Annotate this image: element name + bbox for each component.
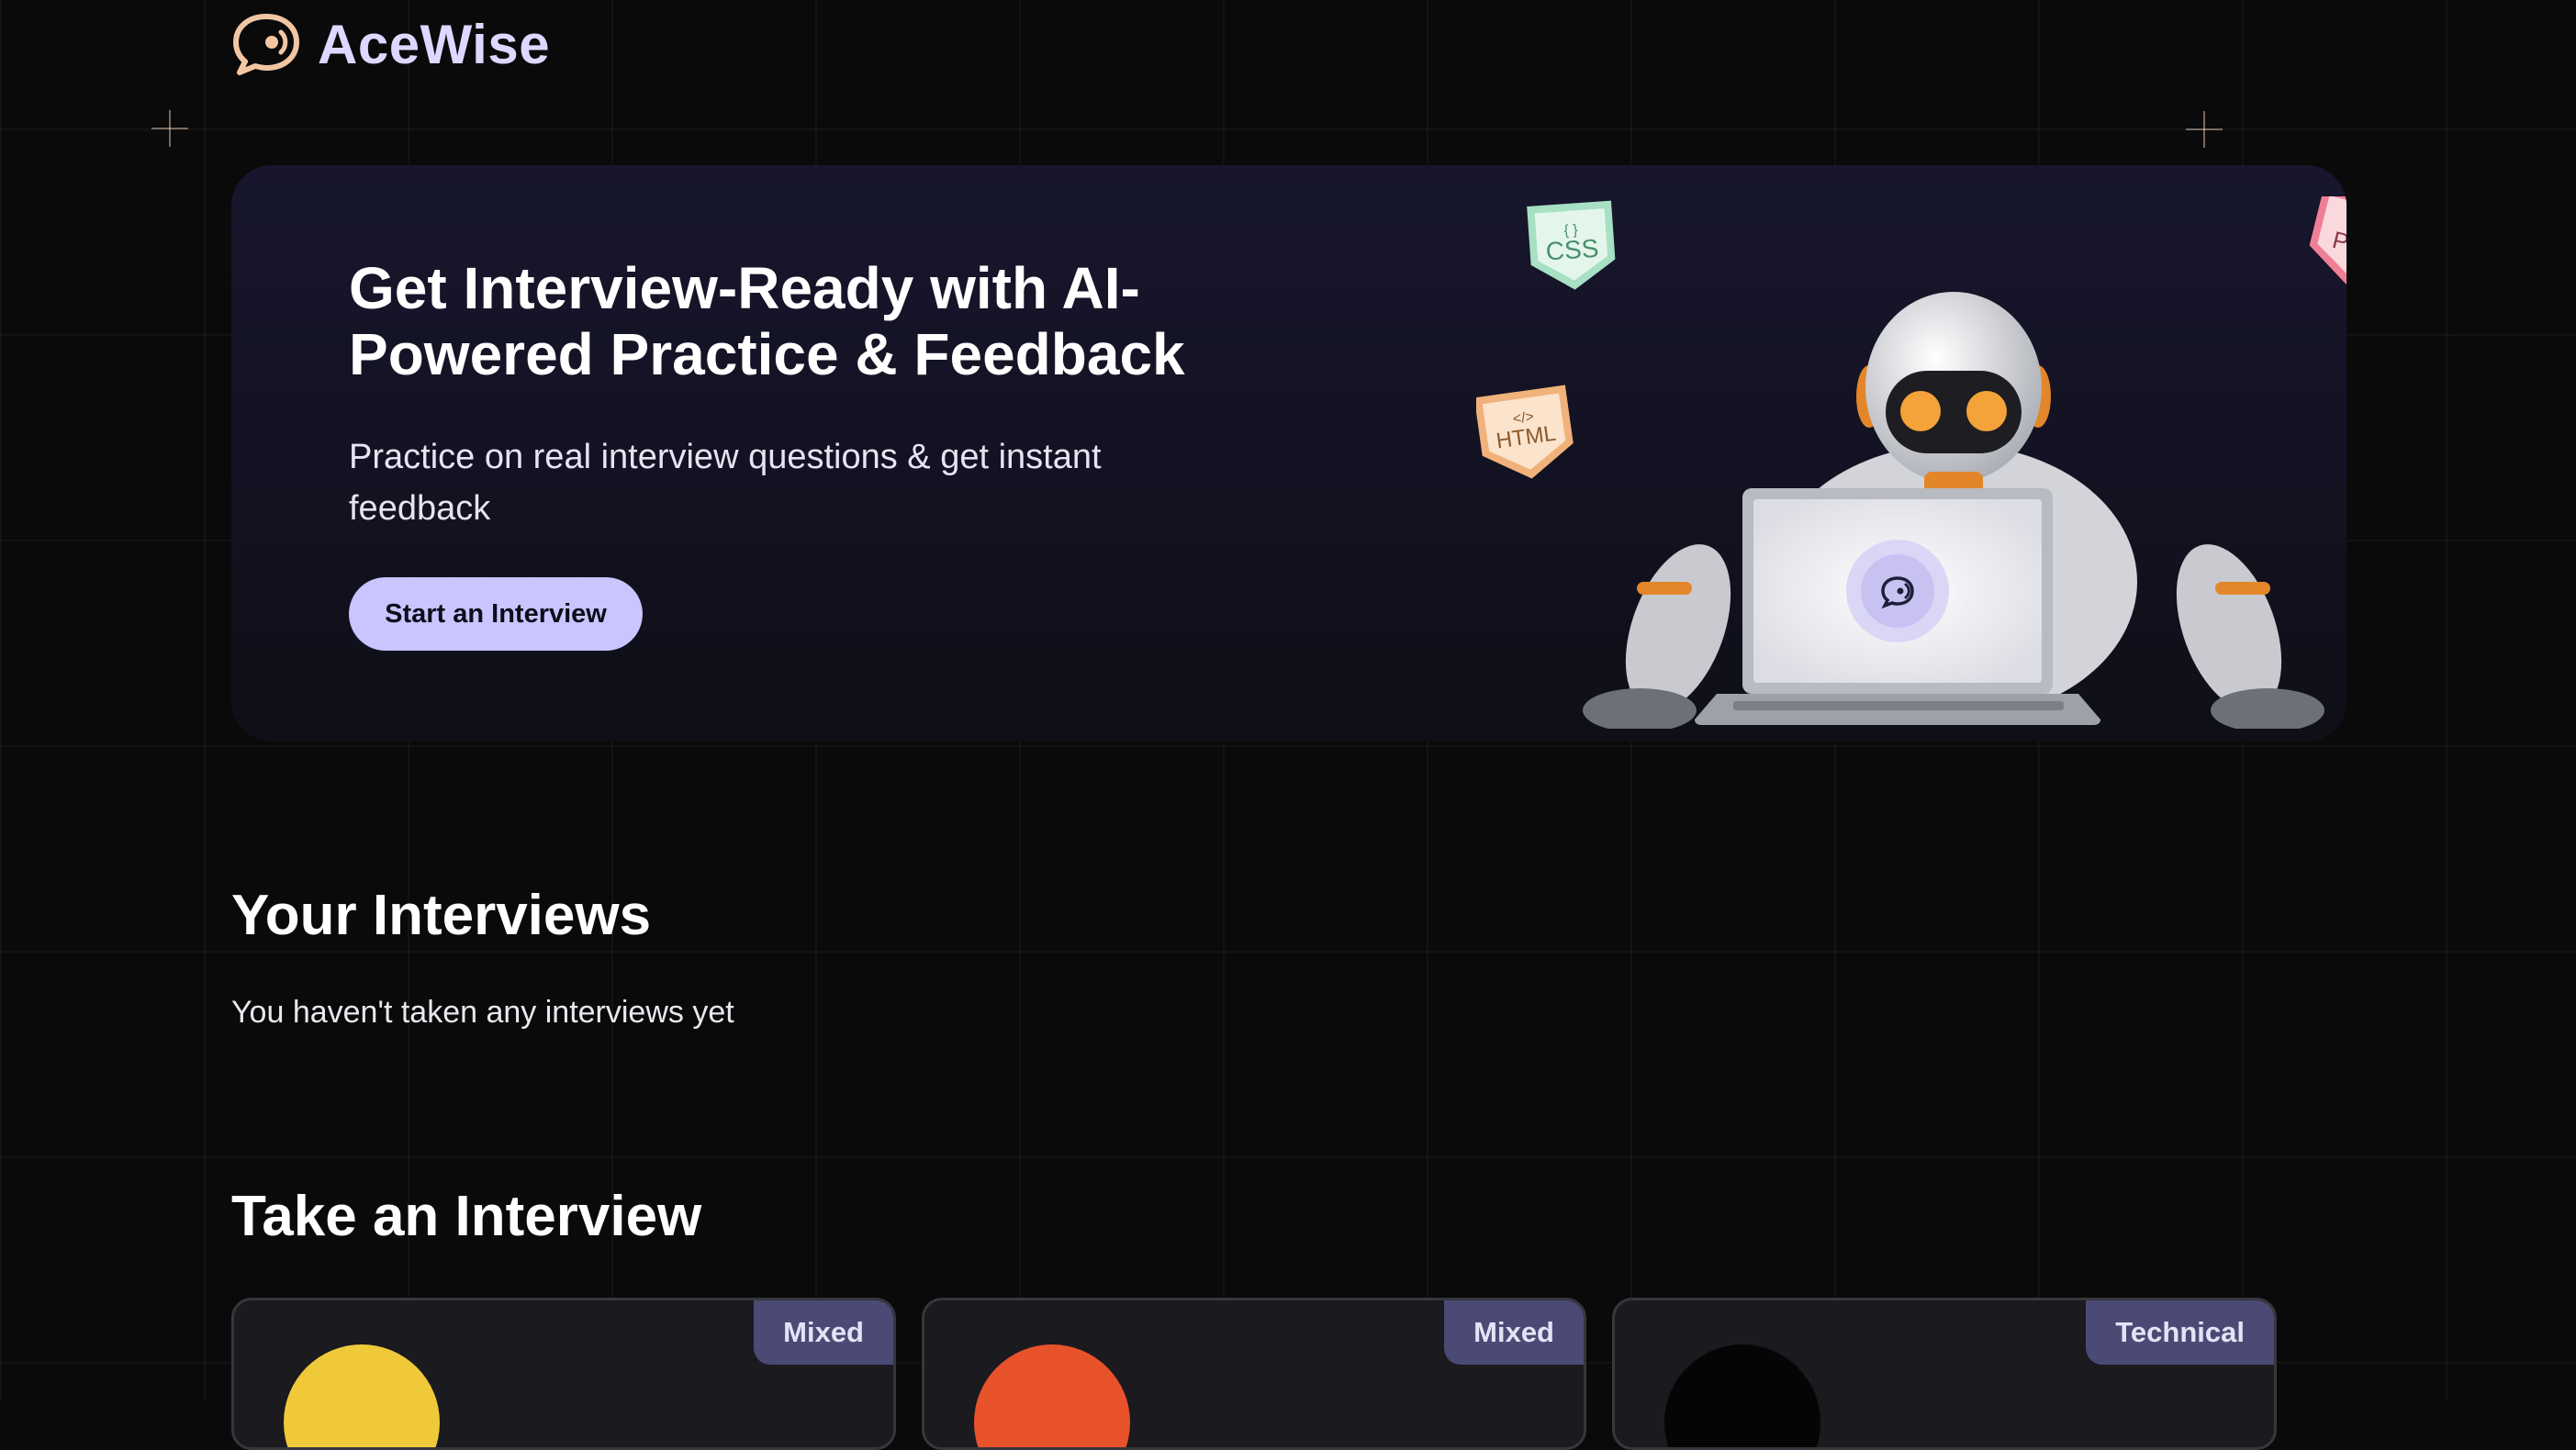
interview-card[interactable]: Technical bbox=[1612, 1298, 2277, 1450]
svg-text:</>: </> bbox=[1512, 409, 1535, 428]
interview-type-badge: Mixed bbox=[1444, 1300, 1584, 1365]
svg-text:{ }: { } bbox=[1563, 222, 1579, 239]
company-logo-icon bbox=[1664, 1344, 1820, 1447]
interview-card[interactable]: Mixed bbox=[231, 1298, 896, 1450]
svg-text:CSS: CSS bbox=[1545, 234, 1600, 266]
interview-type-badge: Technical bbox=[2086, 1300, 2274, 1365]
robot-arm-stripe bbox=[2215, 582, 2270, 595]
sparkle-icon bbox=[151, 110, 188, 147]
empty-interviews-message: You haven't taken any interviews yet bbox=[231, 995, 734, 1030]
brand-name[interactable]: AceWise bbox=[318, 13, 550, 76]
hero-subtitle: Practice on real interview questions & g… bbox=[349, 438, 1102, 528]
company-logo-icon bbox=[284, 1344, 440, 1447]
interview-type-badge: Mixed bbox=[754, 1300, 893, 1365]
hero-banner: Get Interview-Ready with AI-Powered Prac… bbox=[231, 165, 2346, 742]
interview-card[interactable]: Mixed bbox=[922, 1298, 1586, 1450]
start-interview-button[interactable]: Start an Interview bbox=[349, 577, 643, 651]
company-logo-icon bbox=[974, 1344, 1130, 1447]
your-interviews-title: Your Interviews bbox=[231, 884, 652, 947]
css-badge-icon: CSS { } bbox=[1527, 200, 1616, 290]
robot-eye-right bbox=[1966, 391, 2007, 431]
laptop-keyboard bbox=[1733, 701, 2064, 710]
html-badge-icon: HTML </> bbox=[1476, 385, 1574, 479]
hero-title: Get Interview-Ready with AI-Powered Prac… bbox=[349, 255, 1185, 387]
php-badge-icon: PHP </> bbox=[2309, 196, 2346, 285]
navbar: AceWise bbox=[231, 11, 550, 77]
robot-laptop-illustration: CSS { } PHP </> HTML </> JS </> bbox=[1476, 196, 2346, 729]
robot-eye-left bbox=[1900, 391, 1941, 431]
robot-arm-stripe bbox=[1637, 582, 1692, 595]
sparkle-icon bbox=[2186, 111, 2223, 148]
take-interview-title: Take an Interview bbox=[231, 1185, 702, 1248]
acewise-logo-icon[interactable] bbox=[231, 13, 301, 75]
